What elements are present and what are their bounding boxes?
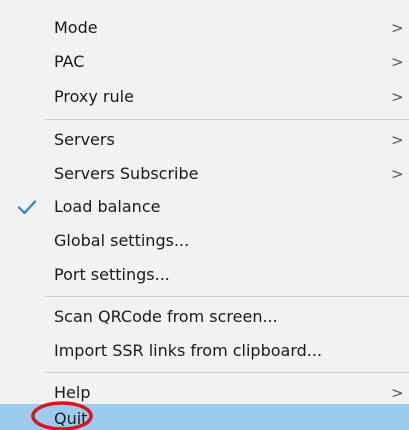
menu-item-quit[interactable]: Quit [0, 404, 409, 430]
chevron-right-icon: > [391, 53, 404, 71]
menu-item-label: Servers Subscribe [54, 164, 199, 183]
menu-item-servers-subscribe[interactable]: Servers Subscribe > [0, 157, 409, 191]
chevron-right-icon: > [391, 131, 404, 149]
menu-item-label: PAC [54, 52, 85, 71]
chevron-right-icon: > [391, 384, 404, 402]
menu-item-port-settings[interactable]: Port settings... [0, 258, 409, 292]
menu-item-label: Proxy rule [54, 87, 134, 106]
menu-item-label: Quit [54, 409, 88, 428]
menu-item-global-settings[interactable]: Global settings... [0, 224, 409, 258]
chevron-right-icon: > [391, 165, 404, 183]
menu-item-mode[interactable]: Mode > [0, 11, 409, 45]
menu-item-label: Scan QRCode from screen... [54, 307, 278, 326]
menu-item-import-ssr-links[interactable]: Import SSR links from clipboard... [0, 334, 409, 368]
menu-item-label: Port settings... [54, 265, 170, 284]
context-menu: Mode > PAC > Proxy rule > Servers > Serv… [0, 0, 409, 430]
chevron-right-icon: > [391, 88, 404, 106]
menu-item-load-balance[interactable]: Load balance [0, 190, 409, 224]
checkmark-icon [17, 200, 37, 215]
menu-item-scan-qrcode[interactable]: Scan QRCode from screen... [0, 300, 409, 334]
menu-item-label: Help [54, 383, 91, 402]
menu-item-label: Global settings... [54, 231, 190, 250]
menu-item-label: Mode [54, 18, 98, 37]
menu-item-pac[interactable]: PAC > [0, 45, 409, 79]
menu-item-servers[interactable]: Servers > [0, 123, 409, 157]
menu-separator [44, 296, 409, 297]
chevron-right-icon: > [391, 19, 404, 37]
menu-separator [44, 372, 409, 373]
menu-item-label: Servers [54, 130, 115, 149]
menu-item-label: Import SSR links from clipboard... [54, 341, 323, 360]
menu-separator [44, 119, 409, 120]
menu-item-label: Load balance [54, 197, 161, 216]
menu-item-proxy-rule[interactable]: Proxy rule > [0, 80, 409, 114]
